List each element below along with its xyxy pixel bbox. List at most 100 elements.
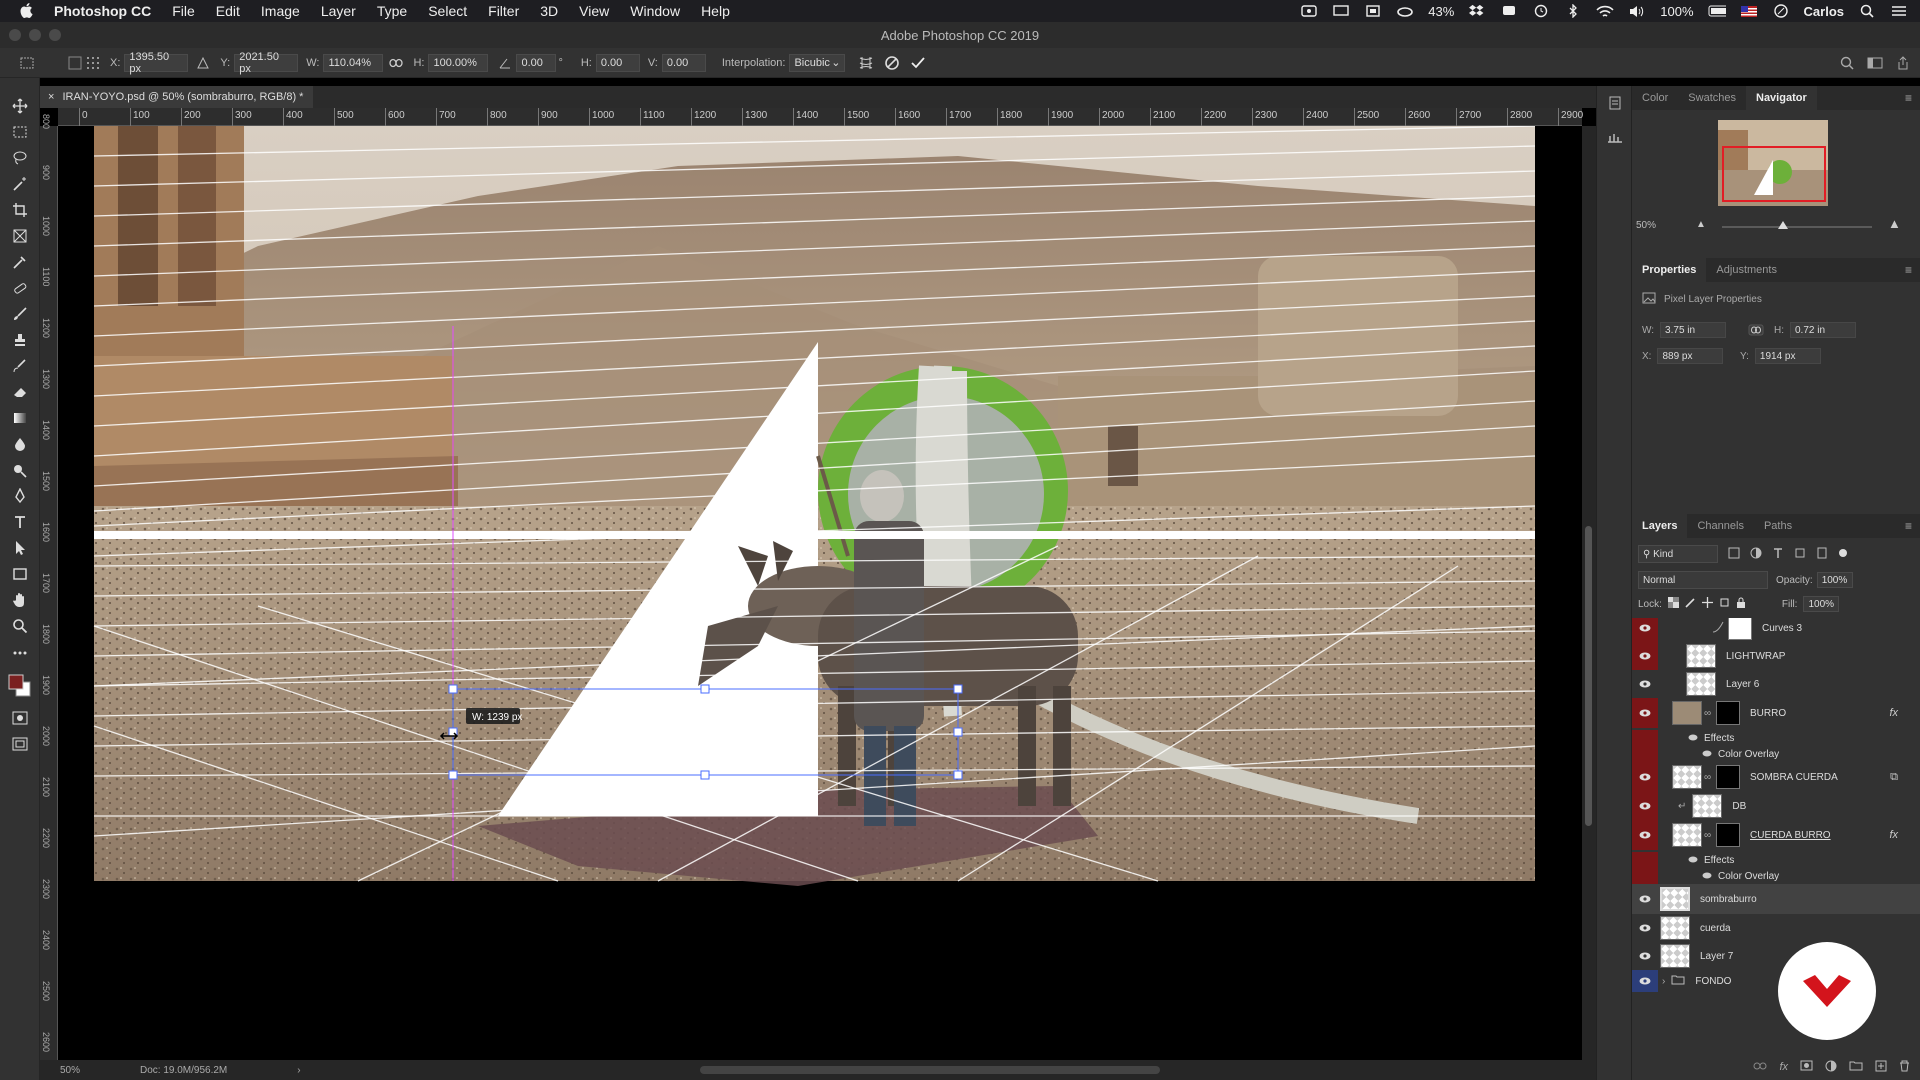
interpolation-select[interactable]: Bicubic ⌄ bbox=[789, 53, 846, 72]
control-center-icon[interactable] bbox=[1890, 4, 1908, 18]
color-swatches[interactable] bbox=[0, 666, 40, 706]
warp-mode-icon[interactable] bbox=[857, 54, 875, 72]
layer-name[interactable]: Layer 6 bbox=[1726, 679, 1759, 690]
v-skew-field[interactable]: 0.00 bbox=[661, 53, 706, 72]
creative-cloud-icon[interactable] bbox=[1396, 4, 1414, 18]
navigator-view-box[interactable] bbox=[1722, 146, 1826, 202]
apple-icon[interactable] bbox=[20, 3, 38, 19]
tab-navigator[interactable]: Navigator bbox=[1746, 86, 1817, 110]
filter-type-icon[interactable] bbox=[1772, 547, 1784, 562]
menu-app-name[interactable]: Photoshop CC bbox=[54, 3, 151, 19]
x-field[interactable]: 1395.50 px bbox=[124, 51, 189, 75]
transform-handle[interactable] bbox=[700, 770, 710, 780]
tab-swatches[interactable]: Swatches bbox=[1678, 86, 1746, 110]
vertical-scroll-thumb[interactable] bbox=[1585, 526, 1592, 826]
layer-name[interactable]: Layer 7 bbox=[1700, 951, 1733, 962]
new-adjustment-layer-icon[interactable] bbox=[1825, 1060, 1837, 1075]
transform-handle[interactable] bbox=[700, 684, 710, 694]
add-style-fx-icon[interactable]: fx bbox=[1779, 1061, 1788, 1073]
visibility-eye-icon[interactable] bbox=[1632, 820, 1658, 850]
history-panel-icon[interactable] bbox=[1597, 86, 1633, 120]
layer-thumbnail[interactable] bbox=[1660, 944, 1690, 968]
layer-thumbnail[interactable] bbox=[1686, 644, 1716, 668]
layer-group-row[interactable]: › FONDO bbox=[1632, 970, 1920, 992]
fx-icon[interactable]: fx bbox=[1889, 829, 1898, 841]
gradient-tool[interactable] bbox=[0, 406, 40, 432]
layer-mask-thumbnail[interactable] bbox=[1716, 765, 1740, 789]
filter-adjustment-icon[interactable] bbox=[1750, 547, 1762, 562]
history-brush-tool[interactable] bbox=[0, 354, 40, 380]
filter-pixel-icon[interactable] bbox=[1728, 547, 1740, 562]
commit-transform-icon[interactable] bbox=[909, 54, 927, 72]
spotlight-search-icon[interactable] bbox=[1858, 4, 1876, 18]
mask-link-icon[interactable]: ∞ bbox=[1704, 772, 1712, 783]
new-layer-icon[interactable] bbox=[1875, 1060, 1887, 1075]
zoom-out-mountain-icon[interactable]: ▲ bbox=[1696, 219, 1706, 230]
brush-settings-icon[interactable] bbox=[1597, 120, 1633, 154]
effect-name[interactable]: Color Overlay bbox=[1718, 749, 1779, 760]
share-icon[interactable] bbox=[1894, 54, 1912, 72]
zoom-slider-knob[interactable] bbox=[1778, 221, 1788, 229]
layer-name[interactable]: BURRO bbox=[1750, 708, 1786, 719]
document-canvas[interactable]: W: 1239 px bbox=[58, 126, 1582, 1066]
effects-eye-icon[interactable] bbox=[1688, 733, 1698, 744]
menu-image[interactable]: Image bbox=[261, 3, 300, 19]
eraser-tool[interactable] bbox=[0, 380, 40, 406]
h-skew-field[interactable]: 0.00 bbox=[595, 53, 640, 72]
layer-effects-row[interactable]: Effects bbox=[1632, 730, 1920, 746]
visibility-eye-icon[interactable] bbox=[1632, 884, 1658, 914]
layer-thumbnail[interactable] bbox=[1672, 823, 1702, 847]
opacity-field[interactable]: 100% bbox=[1816, 572, 1853, 588]
link-aspect-icon[interactable] bbox=[387, 54, 405, 72]
height-percent-field[interactable]: 100.00% bbox=[428, 53, 489, 72]
layer-row[interactable]: ∞ CUERDA BURRO fx bbox=[1632, 820, 1920, 850]
visibility-eye-icon[interactable] bbox=[1632, 792, 1658, 820]
time-machine-icon[interactable] bbox=[1532, 4, 1550, 18]
document-tab[interactable]: × IRAN-YOYO.psd @ 50% (sombraburro, RGB/… bbox=[40, 86, 314, 108]
visibility-eye-icon[interactable] bbox=[1632, 642, 1658, 670]
menu-select[interactable]: Select bbox=[428, 3, 467, 19]
marquee-tool[interactable] bbox=[0, 120, 40, 146]
status-circle-icon[interactable] bbox=[1772, 4, 1790, 18]
workspace-icon[interactable] bbox=[1866, 54, 1884, 72]
wifi-icon[interactable] bbox=[1596, 4, 1614, 18]
bluetooth-icon[interactable] bbox=[1564, 4, 1582, 18]
visibility-eye-icon[interactable] bbox=[1632, 670, 1658, 698]
minimize-window-button[interactable] bbox=[29, 29, 41, 41]
layer-effects-row[interactable]: Effects bbox=[1632, 852, 1920, 868]
transform-handle[interactable] bbox=[953, 727, 963, 737]
layer-row-selected[interactable]: sombraburro bbox=[1632, 884, 1920, 914]
more-tools[interactable] bbox=[0, 640, 40, 666]
layer-row[interactable]: ∞ BURRO fx bbox=[1632, 698, 1920, 728]
layer-thumbnail[interactable] bbox=[1672, 701, 1702, 725]
reference-grid-icon[interactable] bbox=[84, 54, 102, 72]
reference-point-icon[interactable] bbox=[66, 54, 84, 72]
transform-handle[interactable] bbox=[953, 770, 963, 780]
menu-help[interactable]: Help bbox=[701, 3, 730, 19]
layer-row[interactable]: ↵ DB bbox=[1632, 792, 1920, 820]
display-icon[interactable] bbox=[1332, 4, 1350, 18]
rotate-field[interactable]: 0.00 bbox=[516, 53, 557, 72]
new-group-icon[interactable] bbox=[1849, 1060, 1863, 1074]
horizontal-scroll-thumb[interactable] bbox=[700, 1066, 1160, 1074]
horizontal-ruler[interactable]: 0 100 200 300 400 500 600 700 800 900 1000 1100 1200… bbox=[58, 108, 1583, 126]
menu-view[interactable]: View bbox=[579, 3, 609, 19]
layer-row[interactable]: Curves 3 bbox=[1632, 618, 1920, 642]
screen-record-icon[interactable] bbox=[1300, 4, 1318, 18]
cancel-transform-icon[interactable] bbox=[883, 54, 901, 72]
panel-menu-icon[interactable]: ≡ bbox=[1905, 91, 1912, 105]
visibility-eye-icon[interactable] bbox=[1632, 618, 1658, 642]
move-tool[interactable] bbox=[0, 94, 40, 120]
relative-delta-icon[interactable] bbox=[194, 54, 212, 72]
layer-mask-thumbnail[interactable] bbox=[1728, 618, 1752, 640]
mirror-icon[interactable] bbox=[1364, 4, 1382, 18]
screen-mode-tool[interactable] bbox=[0, 732, 40, 758]
layer-mask-thumbnail[interactable] bbox=[1716, 823, 1740, 847]
navigator-zoom-slider[interactable] bbox=[1722, 221, 1872, 229]
rectangle-tool[interactable] bbox=[0, 562, 40, 588]
layer-effect-row[interactable]: Color Overlay bbox=[1632, 868, 1920, 884]
brush-tool[interactable] bbox=[0, 302, 40, 328]
layer-effect-row[interactable]: Color Overlay bbox=[1632, 746, 1920, 762]
filter-smart-object-icon[interactable] bbox=[1816, 547, 1828, 562]
effects-eye-icon[interactable] bbox=[1688, 855, 1698, 866]
